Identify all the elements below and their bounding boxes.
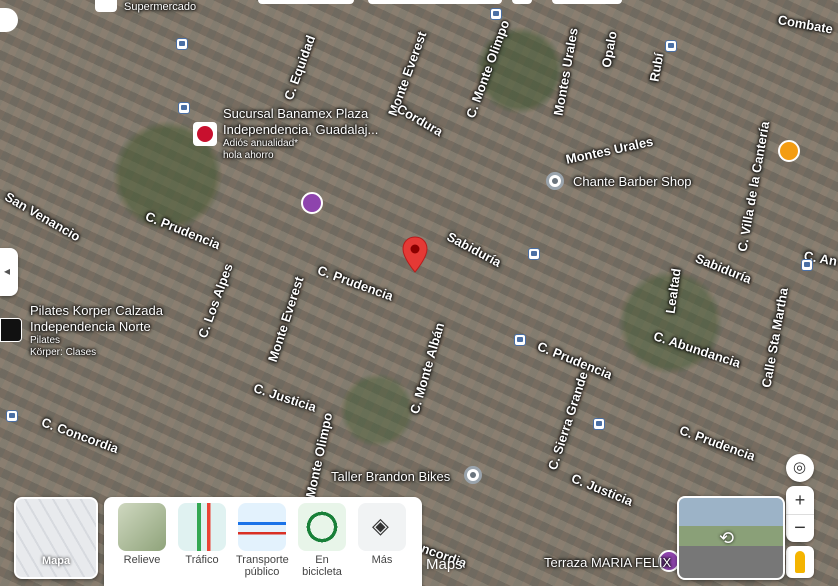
street-label: Monte Everest xyxy=(264,274,307,364)
layer-relieve-button[interactable]: Relieve xyxy=(116,503,168,566)
taller-brandon-label[interactable]: Taller Brandon Bikes xyxy=(331,469,450,484)
street-label: C. Sierra Grande xyxy=(544,369,591,472)
chevron-left-icon: ◂ xyxy=(4,264,11,278)
collapse-panel-button[interactable]: ◂ xyxy=(0,248,18,296)
street-label: Combate xyxy=(776,12,835,37)
pilates-poi-label[interactable]: Pilates Korper Calzada Independencia Nor… xyxy=(30,303,163,359)
layers-panel: Relieve Tráfico Transporte público En bi… xyxy=(104,497,422,586)
top-chip-3[interactable] xyxy=(512,0,532,4)
my-location-button[interactable]: ◎ xyxy=(786,454,814,482)
shopping-bag-icon[interactable] xyxy=(301,192,323,214)
street-label: C. Monte Olimpo xyxy=(462,17,513,121)
layer-bicicleta-button[interactable]: En bicicleta xyxy=(296,503,348,578)
mapa-label: Mapa xyxy=(41,555,71,567)
layers-icon: ◈ xyxy=(358,503,406,551)
top-chip-1[interactable] xyxy=(258,0,354,4)
transit-icon xyxy=(238,503,286,551)
street-label: C. Concordia xyxy=(39,414,121,457)
location-shield-icon[interactable] xyxy=(0,8,18,32)
bus-stop-icon[interactable] xyxy=(6,410,18,422)
bike-shop-pin-icon[interactable] xyxy=(464,466,482,484)
street-label: Montes Urales xyxy=(550,26,581,117)
street-label: C. Prudencia xyxy=(315,262,396,304)
street-label: C. Monte Albán xyxy=(406,320,448,416)
street-label: C. Prudencia xyxy=(677,422,758,464)
street-label: C. Justicia xyxy=(569,470,636,509)
street-label: Opalo xyxy=(598,29,620,69)
selected-location-pin-icon[interactable] xyxy=(401,236,429,274)
bus-stop-icon[interactable] xyxy=(178,102,190,114)
street-label: Sabiduría xyxy=(444,228,504,270)
street-label: Monte Olimpo xyxy=(302,411,336,500)
street-label: C. Justicia xyxy=(251,380,319,415)
banamex-logo-icon[interactable] xyxy=(193,122,217,146)
street-label: Lealtad xyxy=(662,267,684,315)
top-chip-4[interactable] xyxy=(552,0,622,4)
street-view-preview[interactable]: ⟲ xyxy=(677,496,785,580)
bus-stop-icon[interactable] xyxy=(514,334,526,346)
street-label: Montes Urales xyxy=(564,133,655,167)
street-label: C. Prudencia xyxy=(143,208,223,253)
map-type-toggle-button[interactable]: Mapa xyxy=(14,497,98,579)
traffic-icon xyxy=(178,503,226,551)
layer-trafico-button[interactable]: Tráfico xyxy=(176,503,228,566)
rotate-360-icon: ⟲ xyxy=(719,528,735,548)
maps-brand-label: Maps xyxy=(426,556,463,573)
chante-barber-label[interactable]: Chante Barber Shop xyxy=(573,174,692,189)
supermercado-label: Supermercado xyxy=(124,1,197,13)
crosshair-icon: ◎ xyxy=(793,459,807,476)
street-label: C. Los Alpes xyxy=(194,261,236,341)
banamex-emblem xyxy=(197,126,213,142)
street-label: Sabiduría xyxy=(693,250,754,287)
pegman-icon xyxy=(795,551,805,573)
bike-icon xyxy=(298,503,346,551)
street-label: Rubí xyxy=(646,51,667,83)
barber-shop-pin-icon[interactable] xyxy=(546,172,564,190)
street-label: Cordura xyxy=(394,101,446,140)
street-label: C. Abundancia xyxy=(651,328,743,371)
bus-stop-icon[interactable] xyxy=(593,418,605,430)
street-label: C. Equidad xyxy=(280,33,319,103)
zoom-controls: + − xyxy=(786,486,814,542)
street-label: C. Villa de la Cantería xyxy=(734,120,773,253)
layer-mas-button[interactable]: ◈ Más xyxy=(356,503,408,566)
pilates-logo-icon[interactable] xyxy=(0,318,22,342)
bus-stop-icon[interactable] xyxy=(490,8,502,20)
bus-stop-icon[interactable] xyxy=(801,259,813,271)
top-chip-2[interactable] xyxy=(368,0,502,4)
search-chip-icon[interactable] xyxy=(95,0,117,12)
zoom-out-button[interactable]: − xyxy=(786,514,814,543)
satellite-map[interactable]: C. Equidad Monte Everest Cordura C. Monte O… xyxy=(0,0,838,586)
terrain-icon xyxy=(118,503,166,551)
street-label: Calle Sta Martha xyxy=(758,286,791,389)
bus-stop-icon[interactable] xyxy=(176,38,188,50)
bus-stop-icon[interactable] xyxy=(528,248,540,260)
street-label: San Venancio xyxy=(2,189,83,245)
bus-stop-icon[interactable] xyxy=(665,40,677,52)
banamex-poi-label[interactable]: Sucursal Banamex Plaza Independencia, Gu… xyxy=(223,106,378,162)
layer-transporte-button[interactable]: Transporte público xyxy=(236,503,289,578)
zoom-in-button[interactable]: + xyxy=(786,486,814,514)
street-view-pegman-button[interactable] xyxy=(786,546,814,578)
terraza-label[interactable]: Terraza MARIA FELIX xyxy=(544,555,671,570)
cafe-icon[interactable] xyxy=(778,140,800,162)
